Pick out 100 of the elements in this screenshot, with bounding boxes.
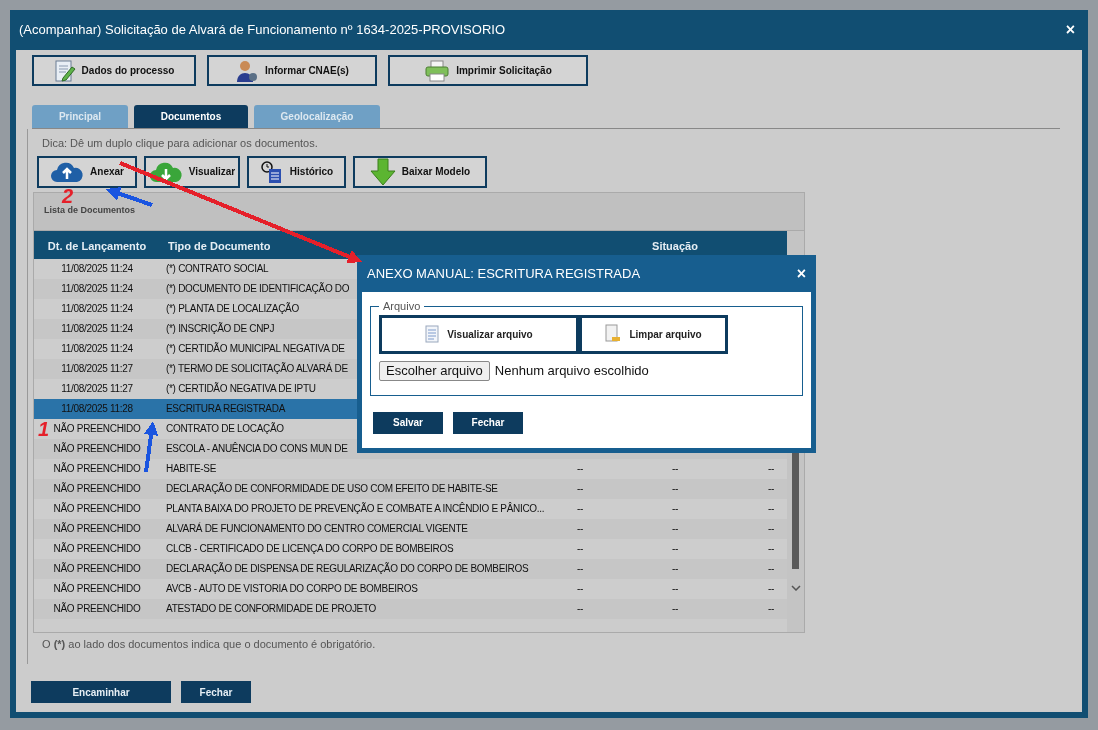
table-cell: (*) INSCRIÇÃO DE CNPJ [166, 323, 275, 334]
hint-text: Dica: Dê um duplo clique para adicionar os documentos. [42, 136, 319, 151]
table-cell: -- [576, 523, 584, 534]
table-cell: NÃO PREENCHIDO [53, 603, 141, 614]
table-cell: 11/08/2025 11:27 [61, 363, 133, 374]
table-cell: 11/08/2025 11:27 [61, 383, 133, 394]
dialog-button[interactable]: Fechar [453, 411, 523, 434]
table-cell: -- [767, 483, 775, 494]
table-cell: NÃO PREENCHIDO [53, 443, 141, 454]
table-cell: 11/08/2025 11:28 [61, 403, 133, 414]
footer-button[interactable]: Fechar [181, 681, 251, 703]
table-cell: -- [671, 603, 679, 614]
table-cell: 11/08/2025 11:24 [61, 303, 133, 314]
table-cell: NÃO PREENCHIDO [53, 523, 141, 534]
table-cell: -- [767, 463, 775, 474]
table-cell: 11/08/2025 11:24 [61, 263, 133, 274]
file-action-button[interactable]: Limpar arquivo [579, 314, 728, 354]
table-cell: -- [767, 603, 775, 614]
table-cell: -- [576, 463, 584, 474]
table-cell: NÃO PREENCHIDO [53, 483, 141, 494]
table-cell: NÃO PREENCHIDO [53, 583, 141, 594]
annotation-number: 1 [38, 418, 50, 440]
table-cell: (*) CERTIDÃO MUNICIPAL NEGATIVA DE [166, 343, 345, 354]
document-icon [425, 325, 440, 343]
table-cell: DECLARAÇÃO DE DISPENSA DE REGULARIZAÇÃO DO CORPO DE BOMBEIROS [166, 563, 529, 574]
table-cell: ALVARÁ DE FUNCIONAMENTO DO CENTRO COMERCIAL VIGENTE [166, 523, 468, 534]
column-header: Dt. de Lançamento [47, 239, 147, 252]
choose-file-button[interactable]: Escolher arquivo [379, 360, 490, 381]
table-cell: DECLARAÇÃO DE CONFORMIDADE DE USO COM EFEITO DE HABITE-SE [166, 483, 498, 494]
table-cell: NÃO PREENCHIDO [53, 503, 141, 514]
window-title: (Acompanhar) Solicitação de Alvará de Funcionamento nº 1634-2025-PROVISORIO [19, 21, 505, 40]
toolbar-button[interactable]: Dados do processo [32, 55, 196, 86]
file-action-button[interactable]: Visualizar arquivo [379, 314, 579, 354]
table-cell: -- [576, 603, 584, 614]
table-cell: 11/08/2025 11:24 [61, 343, 133, 354]
table-cell: -- [767, 523, 775, 534]
arrow-down-icon [369, 157, 396, 186]
table-cell: -- [671, 483, 679, 494]
action-button[interactable]: Baixar Modelo [353, 155, 487, 188]
table-cell: -- [576, 583, 584, 594]
chevron-down-icon[interactable] [790, 584, 801, 591]
dialog-button[interactable]: Salvar [373, 411, 443, 434]
table-cell: -- [576, 563, 584, 574]
table-cell: HABITE-SE [166, 463, 217, 474]
table-row[interactable]: NÃO PREENCHIDO DECLARAÇÃO DE DISPENSA DE REGULARIZAÇÃO DO CORPO DE BOMBEIROS -- -- -- [34, 558, 787, 579]
table-cell: ESCRITURA REGISTRADA [166, 403, 286, 414]
action-button[interactable]: Visualizar [144, 155, 240, 188]
table-cell: -- [767, 563, 775, 574]
table-cell: (*) PLANTA DE LOCALIZAÇÃO [166, 303, 299, 314]
table-cell: CONTRATO DE LOCAÇÃO [166, 423, 284, 434]
table-cell: CLCB - CERTIFICADO DE LICENÇA DO CORPO DE BOMBEIROS [166, 543, 454, 554]
tab[interactable]: Documentos [134, 105, 248, 128]
table-cell: 11/08/2025 11:24 [61, 323, 133, 334]
history-document-icon [259, 159, 284, 184]
toolbar-button[interactable]: Imprimir Solicitação [388, 55, 588, 86]
table-cell: NÃO PREENCHIDO [53, 543, 141, 554]
table-cell: 11/08/2025 11:24 [61, 283, 133, 294]
file-status: Nenhum arquivo escolhido [494, 361, 649, 380]
table-cell: NÃO PREENCHIDO [53, 563, 141, 574]
table-cell: (*) DOCUMENTO DE IDENTIFICAÇÃO DO [166, 283, 350, 294]
table-cell: (*) CERTIDÃO NEGATIVA DE IPTU [166, 383, 316, 394]
printer-icon [424, 59, 451, 82]
close-button[interactable]: × [796, 265, 806, 282]
footnote: O (*) ao lado dos documentos indica que o documento é obrigatório. [42, 636, 377, 652]
document-pencil-icon [53, 58, 76, 83]
table-cell: (*) CONTRATO SOCIAL [166, 263, 269, 274]
document-eraser-icon [605, 324, 622, 344]
table-cell: NÃO PREENCHIDO [53, 463, 141, 474]
annotation-number: 2 [62, 185, 74, 207]
table-row[interactable]: NÃO PREENCHIDO ATESTADO DE CONFORMIDADE DE PROJETO -- -- -- [34, 598, 787, 619]
table-cell: ESCOLA - ANUÊNCIA DO CONS MUN DE [166, 443, 348, 454]
table-cell: ATESTADO DE CONFORMIDADE DE PROJETO [166, 603, 377, 614]
panel-title: Lista de Documentos [44, 204, 135, 218]
table-cell: -- [767, 583, 775, 594]
table-row[interactable]: NÃO PREENCHIDO DECLARAÇÃO DE CONFORMIDADE DE USO COM EFEITO DE HABITE-SE -- -- -- [34, 478, 787, 499]
column-header: Tipo de Documento [168, 239, 271, 252]
table-cell: AVCB - AUTO DE VISTORIA DO CORPO DE BOMBEIROS [166, 583, 418, 594]
table-cell: -- [767, 503, 775, 514]
footer-button[interactable]: Encaminhar [31, 681, 171, 703]
table-cell: -- [671, 523, 679, 534]
dialog-title: ANEXO MANUAL: ESCRITURA REGISTRADA [367, 264, 641, 283]
table-cell: -- [671, 503, 679, 514]
action-button[interactable]: Anexar [37, 155, 137, 188]
table-cell: -- [767, 543, 775, 554]
toolbar-button[interactable]: Informar CNAE(s) [207, 55, 377, 86]
table-cell: PLANTA BAIXA DO PROJETO DE PREVENÇÃO E COMBATE A INCÊNDIO E PÂNICO... [166, 503, 545, 514]
table-cell: -- [576, 543, 584, 554]
close-button[interactable]: × [1065, 22, 1075, 38]
table-row[interactable]: NÃO PREENCHIDO ALVARÁ DE FUNCIONAMENTO DO CENTRO COMERCIAL VIGENTE -- -- -- [34, 518, 787, 539]
action-button[interactable]: Histórico [247, 155, 346, 188]
table-cell: -- [671, 583, 679, 594]
column-header: Situação [652, 239, 698, 252]
table-cell: -- [576, 503, 584, 514]
group-label: Arquivo [382, 299, 422, 314]
table-cell: -- [576, 483, 584, 494]
table-cell: NÃO PREENCHIDO [53, 423, 141, 434]
table-cell: (*) TERMO DE SOLICITAÇÃO ALVARÁ DE [166, 363, 348, 374]
table-cell: -- [671, 543, 679, 554]
table-cell: -- [671, 463, 679, 474]
person-gear-icon [235, 58, 260, 83]
